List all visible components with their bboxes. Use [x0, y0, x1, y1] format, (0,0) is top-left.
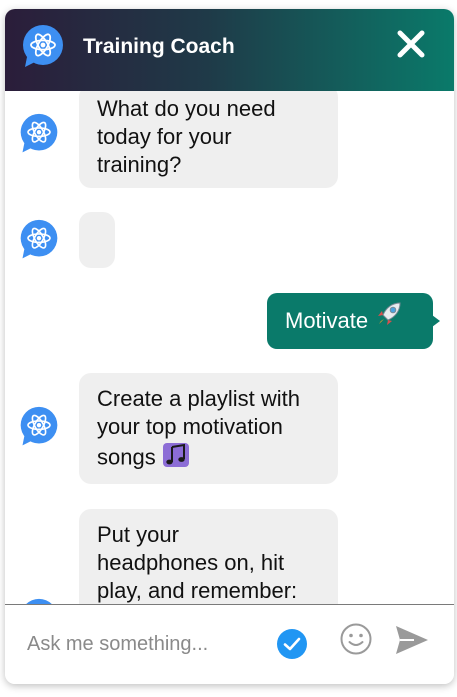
bot-message-bubble: Create a playlist with your top motivati…: [79, 373, 338, 484]
bot-message-bubble: What do you need today for your training…: [79, 91, 338, 188]
message-list[interactable]: What do you need today for your training…: [5, 91, 454, 604]
message-text-line: Create a playlist with: [97, 386, 300, 411]
bot-message-bubble: Put your headphones on, hit play, and re…: [79, 509, 338, 604]
smiley-icon[interactable]: [339, 622, 373, 656]
message-text-line: Put your: [97, 522, 179, 547]
check-circle-icon[interactable]: [276, 628, 308, 660]
chat-header: Training Coach: [5, 9, 454, 91]
message-text-line: your top motivation: [97, 414, 283, 439]
message-input[interactable]: [27, 627, 277, 661]
music-notes-emoji-icon: [162, 441, 190, 476]
send-arrow-icon[interactable]: [394, 624, 430, 656]
message-text-line: What do you need: [97, 96, 276, 121]
message-text-line: songs: [97, 444, 156, 470]
message-text-line: training?: [97, 152, 182, 177]
typing-bubble: [79, 212, 115, 268]
chat-widget: Training Coach What do you need today fo…: [5, 9, 454, 684]
chat-input-bar: [5, 604, 454, 684]
message-text: Motivate: [285, 308, 369, 333]
message-text-line: play, and remember:: [97, 578, 298, 603]
close-icon[interactable]: [396, 29, 426, 59]
message-text-line: headphones on, hit: [97, 550, 285, 575]
user-message-bubble: Motivate: [267, 293, 440, 350]
bot-avatar-icon: [17, 112, 61, 156]
message-text-line: today for your: [97, 124, 232, 149]
bot-avatar-icon: [17, 218, 61, 262]
react-atom-chat-bubble-icon: [19, 23, 67, 71]
rocket-emoji-icon: [374, 294, 404, 350]
chat-title: Training Coach: [83, 35, 235, 58]
bubble-tail: [432, 315, 440, 327]
bot-avatar-icon: [17, 597, 61, 604]
bot-avatar-icon: [17, 405, 61, 449]
